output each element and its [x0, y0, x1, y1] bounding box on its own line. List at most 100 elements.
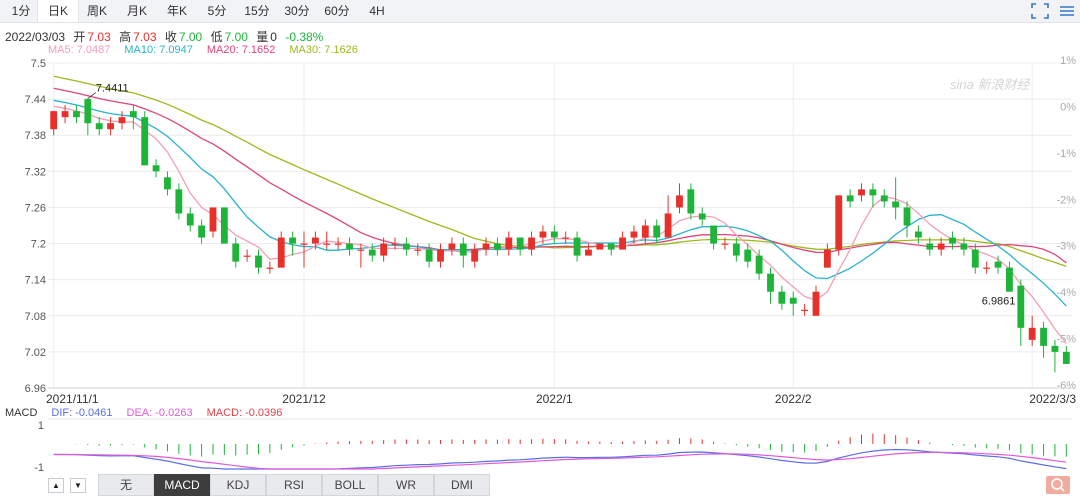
candle-body — [73, 111, 80, 118]
period-tab-2[interactable]: 周K — [77, 0, 117, 22]
candle-body — [903, 207, 911, 226]
close-value: 7.00 — [178, 30, 203, 44]
candle-body — [209, 207, 217, 232]
candle-body — [755, 255, 763, 274]
ma20-line — [53, 87, 1067, 264]
candle-body — [880, 195, 888, 202]
candle-body — [585, 249, 592, 256]
pct-tick-label: -4% — [1056, 287, 1076, 299]
candle-body — [334, 243, 342, 245]
candle-body — [118, 117, 126, 124]
candle-body — [459, 243, 467, 256]
candle-body — [84, 99, 92, 124]
indicator-tab-3[interactable]: RSI — [266, 474, 322, 496]
candle-body — [653, 225, 661, 238]
candle-body — [596, 243, 604, 250]
indicator-tab-5[interactable]: WR — [378, 474, 434, 496]
candle-body — [539, 231, 547, 238]
high-annotation: 7.4411 — [96, 83, 129, 95]
candle-body — [812, 291, 820, 316]
high-label: 高 — [119, 30, 132, 44]
candle-body — [767, 273, 774, 292]
price-tick-label: 7.02 — [25, 347, 46, 359]
period-tab-1[interactable]: 日K — [37, 0, 79, 22]
candle-body — [801, 309, 809, 311]
candle-body — [471, 249, 479, 262]
open-value: 7.03 — [87, 30, 111, 44]
period-tab-5[interactable]: 5分 — [197, 0, 237, 22]
candle-body — [949, 237, 956, 244]
candle-body — [141, 117, 149, 166]
candle-body — [357, 249, 365, 251]
macd-legend-item-0: MACD — [5, 407, 38, 419]
candle-body — [164, 177, 171, 190]
candle-body — [835, 195, 843, 250]
ma5-line — [53, 105, 1067, 344]
period-tab-4[interactable]: 年K — [157, 0, 197, 22]
price-tick-label: 7.08 — [25, 311, 46, 323]
indicator-tab-0[interactable]: 无 — [98, 474, 154, 496]
candle-body — [630, 231, 638, 238]
candle-body — [186, 213, 194, 226]
pct-tick-label: -3% — [1056, 241, 1076, 253]
quote-date: 2022/03/03 — [5, 30, 66, 44]
candle-body — [61, 111, 69, 118]
indicator-tab-4[interactable]: BOLL — [322, 474, 378, 496]
candle-body — [414, 249, 422, 251]
low-label: 低 — [210, 30, 223, 44]
period-tab-8[interactable]: 60分 — [317, 0, 357, 22]
fullscreen-icon[interactable] — [1031, 3, 1049, 19]
candle-body — [380, 243, 388, 256]
menu-icon[interactable] — [1058, 3, 1076, 19]
candle-body — [277, 237, 285, 268]
indicator-tab-1[interactable]: MACD — [154, 474, 210, 496]
candle-body — [926, 243, 934, 250]
x-tick-label: 2021/11/1 — [46, 392, 99, 406]
price-tick-label: 7.32 — [25, 166, 46, 178]
candle-body — [289, 237, 297, 244]
period-tab-6[interactable]: 15分 — [237, 0, 277, 22]
candle-body — [1006, 267, 1013, 292]
candle-body — [846, 195, 854, 202]
scroll-up-button[interactable]: ▲ — [48, 478, 64, 493]
candle-body — [573, 237, 581, 256]
period-tab-3[interactable]: 月K — [117, 0, 157, 22]
low-value: 7.00 — [224, 30, 248, 44]
candle-body — [1040, 327, 1047, 346]
candle-body — [550, 231, 558, 238]
candle-body — [960, 243, 968, 250]
open-label: 开 — [73, 30, 86, 44]
candle-body — [789, 297, 797, 304]
zoom-icon[interactable] — [1046, 476, 1070, 494]
candle-body — [744, 249, 752, 262]
price-tick-label: 7.2 — [31, 239, 46, 251]
candle-body — [175, 189, 183, 214]
pct-tick-label: 1% — [1060, 55, 1076, 67]
candle-body — [266, 267, 274, 269]
macd-legend-item-2: DEA: -0.0263 — [126, 407, 193, 419]
macd-legend: MACD DIF: -0.0461 DEA: -0.0263 MACD: -0.039… — [5, 407, 296, 419]
candle-body — [346, 243, 353, 250]
low-annotation: 6.9861 — [982, 296, 1016, 308]
pct-tick-label: -6% — [1056, 380, 1076, 392]
candle-body — [232, 243, 240, 262]
candle-body — [129, 111, 137, 118]
candle-body — [892, 201, 900, 208]
scroll-down-button[interactable]: ▼ — [70, 478, 86, 493]
indicator-tab-2[interactable]: KDJ — [210, 474, 266, 496]
price-tick-label: 7.14 — [25, 275, 46, 287]
macd-legend-item-1: DIF: -0.0461 — [51, 407, 113, 419]
indicator-tab-6[interactable]: DMI — [434, 474, 490, 496]
candle-body — [710, 225, 718, 244]
candle-body — [721, 243, 729, 245]
candle-body — [505, 237, 513, 250]
candle-body — [607, 243, 615, 250]
price-tick-label: 7.38 — [25, 130, 46, 142]
candle-body — [732, 243, 740, 256]
candle-body — [971, 249, 979, 268]
period-tab-0[interactable]: 1分 — [5, 0, 37, 22]
period-tab-7[interactable]: 30分 — [277, 0, 317, 22]
candle-body — [368, 249, 376, 256]
period-tab-9[interactable]: 4H — [357, 0, 397, 22]
candle-body — [937, 243, 945, 250]
